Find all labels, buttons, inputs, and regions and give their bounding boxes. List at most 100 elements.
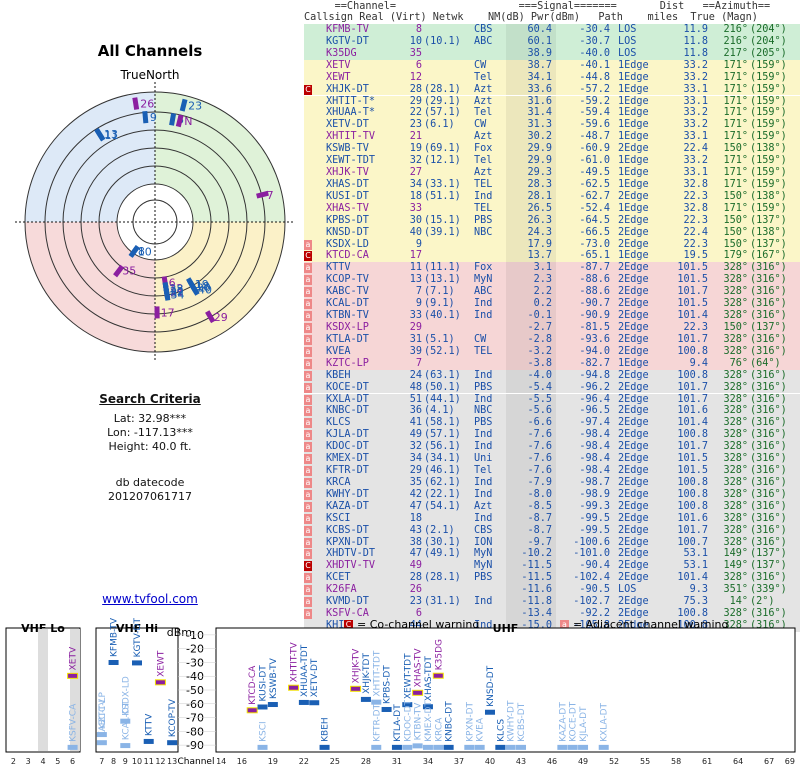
height: Height: 40.0 ft. bbox=[108, 440, 192, 453]
cell-pwr: -88.6 bbox=[579, 274, 610, 286]
station-label: KCAL-DT bbox=[121, 701, 131, 740]
cell-path: 2Edge bbox=[618, 572, 649, 584]
cell-dist: 32.8 bbox=[683, 202, 708, 214]
cell-magn: (316°) bbox=[750, 524, 787, 536]
cell-true: 171° bbox=[723, 202, 748, 214]
cell-path: 2Edge bbox=[618, 512, 649, 524]
table-row: KFMB-TV 8 CBS 60.4 -30.4 LOS 11.9 216° (204°) bbox=[304, 24, 800, 36]
x-tick-label: 5 bbox=[55, 757, 60, 766]
station-label: XHTIT-TDT bbox=[372, 650, 382, 697]
cell-real: 42 bbox=[409, 488, 422, 500]
x-tick-label: 43 bbox=[516, 757, 526, 766]
cell-path: 2Edge bbox=[618, 465, 649, 477]
cell-pwr: -88.6 bbox=[579, 286, 610, 298]
tvfool-link[interactable]: www.tvfool.com bbox=[0, 592, 300, 606]
cell-pwr: -62.7 bbox=[579, 190, 610, 202]
cell-cs: KWHY-DT bbox=[326, 488, 369, 500]
cell-magn: (64°) bbox=[750, 357, 781, 369]
cell-pwr: -30.4 bbox=[579, 24, 610, 35]
cell-true: 150° bbox=[723, 322, 748, 333]
cell-nm: -8.7 bbox=[527, 524, 552, 536]
cell-pwr: -97.4 bbox=[579, 417, 610, 429]
station-mark bbox=[484, 709, 495, 715]
cell-path: 2Edge bbox=[618, 524, 649, 536]
cell-real: 29 bbox=[409, 465, 422, 477]
table-row: a KOCE-DT 48 (50.1) PBS -5.4 -96.2 2Edge 101.7 32… bbox=[304, 381, 800, 394]
station-mark bbox=[67, 672, 79, 679]
cell-virt: (40.1) bbox=[424, 310, 461, 322]
cell-dist: 53.1 bbox=[683, 560, 708, 572]
cell-nm: -11.8 bbox=[521, 596, 552, 608]
station-mark bbox=[412, 689, 424, 696]
table-row: a KDOC-DT 32 (56.1) Ind -7.6 -98.4 2Edge 101.7 32… bbox=[304, 441, 800, 454]
cell-true: 179° bbox=[723, 250, 748, 262]
cell-magn: (316°) bbox=[750, 286, 787, 298]
cell-true: 328° bbox=[723, 500, 748, 512]
station-label: KNBC-DT bbox=[445, 701, 455, 742]
cell-true: 14° bbox=[729, 596, 748, 608]
cell-real: 13 bbox=[409, 274, 422, 286]
cell-real: 28 bbox=[409, 83, 422, 95]
station-label: KMEX-DT bbox=[424, 701, 434, 742]
cell-nm: 17.9 bbox=[527, 238, 552, 250]
cell-path: 1Edge bbox=[618, 119, 649, 131]
cell-nm: -8.0 bbox=[527, 488, 552, 500]
cell-cs: XHDTV-DT bbox=[326, 548, 376, 560]
table-row: XHTIT-T* 29 (29.1) Azt 31.6 -59.2 1Edge 33.1 171… bbox=[304, 95, 800, 108]
adjacent-warning-icon: a bbox=[304, 287, 312, 298]
cell-virt: (10.1) bbox=[424, 35, 461, 47]
station-label: KCBS-DT bbox=[517, 702, 527, 742]
cell-dist: 11.8 bbox=[683, 35, 708, 47]
cell-real: 48 bbox=[409, 381, 422, 393]
cell-cs: KCET bbox=[326, 572, 351, 584]
cell-dist: 101.7 bbox=[677, 286, 708, 298]
cell-real: 41 bbox=[409, 417, 422, 429]
cell-dist: 100.8 bbox=[677, 369, 708, 381]
cell-dist: 33.2 bbox=[683, 71, 708, 83]
station-mark bbox=[578, 744, 589, 750]
cell-magn: (159°) bbox=[750, 83, 787, 95]
cell-real: 36 bbox=[409, 405, 422, 417]
table-row: C XHJK-DT 28 (28.1) Azt 33.6 -57.2 1Edge 33.1 171… bbox=[304, 83, 800, 96]
x-tick-label: 16 bbox=[237, 757, 247, 766]
x-tick-label: 3 bbox=[26, 757, 31, 766]
cell-path: 1Edge bbox=[618, 131, 649, 143]
cell-nm: 2.2 bbox=[533, 286, 552, 298]
station-label: KTTV bbox=[145, 713, 155, 736]
cell-magn: (159°) bbox=[750, 167, 787, 179]
cell-net: Tel bbox=[474, 107, 493, 119]
cell-nm: 0.2 bbox=[533, 298, 552, 310]
cell-cs: XEWT-TDT bbox=[326, 155, 376, 167]
cell-real: 34 bbox=[409, 453, 422, 465]
x-tick-label: 64 bbox=[733, 757, 743, 766]
cell-pwr: -98.4 bbox=[579, 465, 610, 477]
cell-path: 2Edge bbox=[618, 417, 649, 429]
cell-path: 2Edge bbox=[618, 441, 649, 453]
cell-virt: (30.1) bbox=[424, 536, 461, 548]
station-mark bbox=[381, 706, 392, 712]
cell-true: 216° bbox=[723, 35, 748, 47]
cell-net: PBS bbox=[474, 572, 493, 584]
x-tick-label: 4 bbox=[40, 757, 45, 766]
cell-path: LOS bbox=[618, 47, 637, 59]
cell-path: 2Edge bbox=[618, 369, 649, 381]
adjacent-warning-icon: a bbox=[304, 382, 312, 393]
cell-pwr: -65.1 bbox=[579, 250, 610, 262]
cell-magn: (137°) bbox=[750, 548, 787, 560]
cell-dist: 33.1 bbox=[683, 131, 708, 143]
station-mark bbox=[391, 744, 402, 750]
cell-path: 2Edge bbox=[618, 405, 649, 417]
cell-dist: 33.2 bbox=[683, 107, 708, 119]
cell-dist: 100.8 bbox=[677, 488, 708, 500]
cell-true: 351° bbox=[723, 584, 748, 596]
cell-true: 150° bbox=[723, 238, 748, 250]
cell-cs: XHAS-TV bbox=[326, 202, 369, 214]
cell-net: MyN bbox=[474, 548, 493, 560]
cell-virt: (12.1) bbox=[424, 155, 461, 167]
polar-label: N bbox=[184, 115, 192, 128]
cell-nm: -5.5 bbox=[527, 393, 552, 405]
adjacent-warning-icon: a bbox=[304, 454, 312, 465]
cell-path: LOS bbox=[618, 35, 637, 47]
cell-dist: 100.8 bbox=[677, 345, 708, 357]
cell-virt: (33.1) bbox=[424, 178, 461, 190]
